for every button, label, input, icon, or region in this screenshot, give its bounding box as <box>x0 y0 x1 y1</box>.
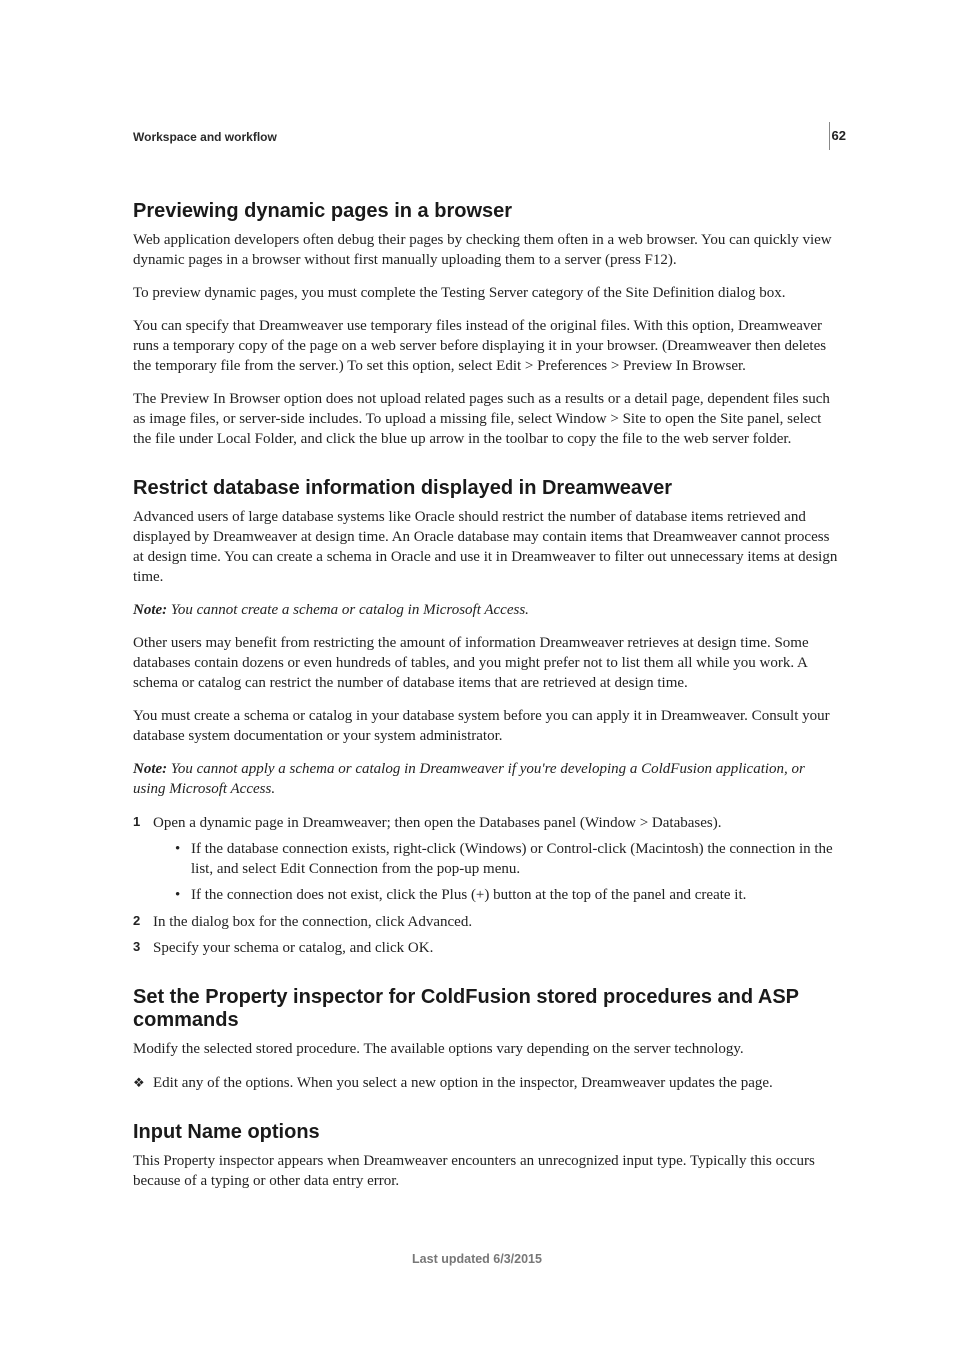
page-container: 62 Workspace and workflow Previewing dyn… <box>0 0 954 1350</box>
note-body: You cannot create a schema or catalog in… <box>167 602 529 618</box>
step-item: Open a dynamic page in Dreamweaver; then… <box>133 813 839 906</box>
ordered-steps: Open a dynamic page in Dreamweaver; then… <box>133 813 839 959</box>
body-text: You must create a schema or catalog in y… <box>133 707 839 747</box>
note-body: You cannot apply a schema or catalog in … <box>133 761 805 797</box>
body-text: To preview dynamic pages, you must compl… <box>133 284 839 304</box>
sub-item: If the connection does not exist, click … <box>175 885 839 905</box>
note: Note: You cannot apply a schema or catal… <box>133 760 839 800</box>
step-item: Specify your schema or catalog, and clic… <box>133 938 839 958</box>
note-label: Note: <box>133 761 167 777</box>
body-text: Web application developers often debug t… <box>133 231 839 271</box>
heading-restrict-database: Restrict database information displayed … <box>133 477 839 500</box>
body-text: Advanced users of large database systems… <box>133 508 839 588</box>
body-text: You can specify that Dreamweaver use tem… <box>133 317 839 377</box>
body-text: The Preview In Browser option does not u… <box>133 390 839 450</box>
footer-last-updated: Last updated 6/3/2015 <box>0 1252 954 1266</box>
body-text: Modify the selected stored procedure. Th… <box>133 1040 839 1060</box>
step-item: In the dialog box for the connection, cl… <box>133 912 839 932</box>
note-label: Note: <box>133 602 167 618</box>
note: Note: You cannot create a schema or cata… <box>133 601 839 621</box>
page-number-rule <box>829 122 830 150</box>
heading-property-inspector: Set the Property inspector for ColdFusio… <box>133 986 839 1032</box>
body-text: Other users may benefit from restricting… <box>133 634 839 694</box>
heading-input-name: Input Name options <box>133 1121 839 1144</box>
heading-previewing: Previewing dynamic pages in a browser <box>133 200 839 223</box>
sub-list: If the database connection exists, right… <box>175 839 839 906</box>
page-number: 62 <box>832 128 846 143</box>
breadcrumb: Workspace and workflow <box>133 130 839 144</box>
diamond-bullet: Edit any of the options. When you select… <box>133 1073 839 1093</box>
body-text: This Property inspector appears when Dre… <box>133 1152 839 1192</box>
step-text: Open a dynamic page in Dreamweaver; then… <box>153 815 721 831</box>
sub-item: If the database connection exists, right… <box>175 839 839 880</box>
